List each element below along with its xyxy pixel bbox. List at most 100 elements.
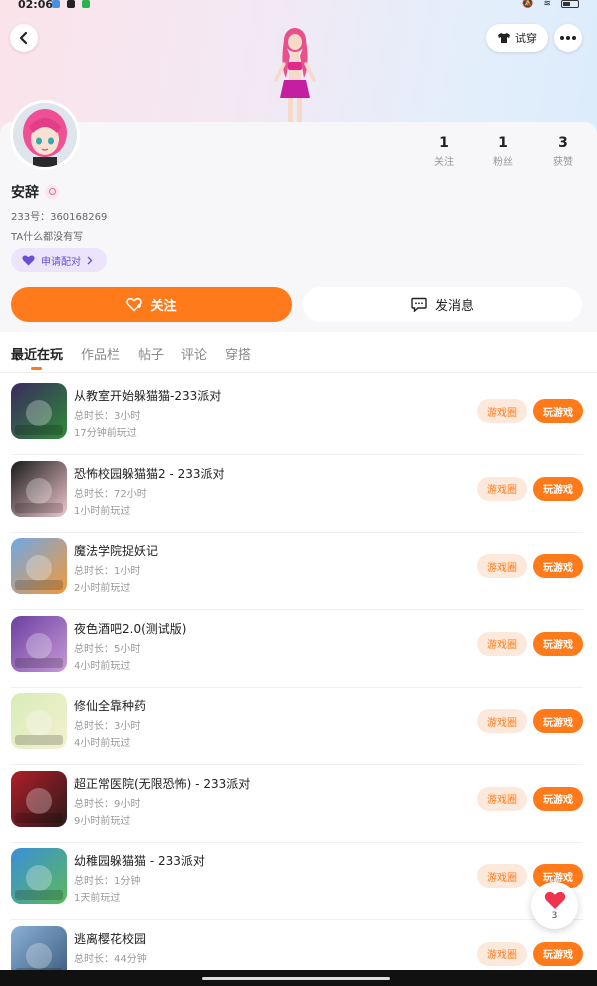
like-floating-button[interactable]: 3 [531, 882, 578, 929]
game-circle-button[interactable]: 游戏圈 [477, 554, 527, 578]
play-game-button[interactable]: 玩游戏 [533, 941, 583, 966]
game-duration: 总时长：3小时 [74, 411, 141, 422]
game-duration: 总时长：44分钟 [74, 953, 147, 965]
cultivation-icon[interactable] [11, 693, 67, 749]
avatar-3d-figure[interactable] [262, 26, 328, 124]
game-circle-button[interactable]: 游戏圈 [477, 786, 527, 811]
game-duration: 总时长：1分钟 [74, 876, 141, 887]
request-pair-label: 申请配对 [41, 256, 81, 268]
user-id: 233号：360168269 [11, 212, 108, 223]
heart-plus-icon [126, 297, 143, 312]
play-game-button[interactable]: 玩游戏 [533, 709, 583, 733]
horror-school-icon[interactable] [11, 460, 67, 517]
play-game-button[interactable]: 玩游戏 [533, 554, 583, 578]
play-game-button[interactable]: 玩游戏 [533, 786, 583, 811]
tab-posts[interactable]: 帖子 [138, 344, 164, 363]
user-bio: TA什么都没有写 [11, 232, 84, 243]
game-last-played: 4小时前玩过 [74, 660, 131, 672]
more-dot-icon [566, 36, 570, 40]
likes-label: 获赞 [553, 157, 573, 168]
play-game-button[interactable]: 玩游戏 [533, 631, 583, 656]
send-message-button[interactable]: 发消息 [303, 287, 582, 322]
game-circle-button[interactable]: 游戏圈 [477, 941, 527, 966]
tiktok-icon [67, 0, 75, 8]
game-last-played: 9小时前玩过 [74, 815, 131, 827]
game-title: 从教室开始躲猫猫-233派对 [74, 389, 222, 403]
following-stat[interactable]: 1 关注 [424, 135, 464, 168]
game-title: 超正常医院(无限恐怖) - 233派对 [74, 776, 251, 791]
tab-outfits[interactable]: 穿搭 [225, 344, 251, 363]
kindergarten-icon[interactable] [11, 848, 67, 904]
following-label: 关注 [434, 157, 454, 168]
try-on-button[interactable]: 试穿 [486, 24, 548, 52]
game-last-played: 2小时前玩过 [74, 583, 131, 594]
active-tab-indicator [31, 367, 42, 370]
more-dot-icon [572, 36, 576, 40]
game-duration: 总时长：5小时 [74, 643, 141, 655]
magic-academy-icon[interactable] [11, 538, 67, 594]
battery-icon [561, 0, 579, 8]
game-last-played: 17分钟前玩过 [74, 428, 137, 439]
game-row[interactable]: 超正常医院(无限恐怖) - 233派对 总时长：9小时 9小时前玩过 游戏圈 玩游戏 [0, 765, 597, 843]
avatar[interactable] [10, 100, 80, 170]
likes-stat[interactable]: 3 获赞 [543, 135, 583, 168]
more-dot-icon [560, 36, 564, 40]
game-duration: 总时长：3小时 [74, 721, 141, 732]
game-duration: 总时长：1小时 [74, 566, 141, 577]
more-options-button[interactable] [554, 24, 582, 52]
tab-works[interactable]: 作品栏 [81, 344, 120, 363]
tab-comments[interactable]: 评论 [181, 344, 207, 363]
search-badge-icon[interactable] [45, 185, 59, 199]
game-circle-button[interactable]: 游戏圈 [477, 709, 527, 733]
follow-button[interactable]: 关注 [11, 287, 292, 322]
home-indicator[interactable] [202, 977, 390, 980]
followers-stat[interactable]: 1 粉丝 [483, 135, 523, 168]
watermelon-game-icon[interactable] [11, 383, 67, 439]
avatar-image [13, 103, 77, 167]
tabs-divider [0, 372, 597, 373]
game-last-played: 1天前玩过 [74, 893, 121, 904]
game-title: 幼稚园躲猫猫 - 233派对 [74, 854, 205, 868]
followers-label: 粉丝 [493, 157, 513, 168]
play-game-button[interactable]: 玩游戏 [533, 476, 583, 501]
likes-count: 3 [558, 135, 568, 151]
chevron-right-icon [87, 256, 93, 264]
game-circle-button[interactable]: 游戏圈 [477, 864, 527, 888]
app-notification-icon [82, 0, 90, 8]
game-title: 恐怖校园躲猫猫2 - 233派对 [74, 466, 225, 481]
game-row[interactable]: 从教室开始躲猫猫-233派对 总时长：3小时 17分钟前玩过 游戏圈 玩游戏 [0, 377, 597, 455]
game-title: 修仙全靠种药 [74, 699, 147, 713]
game-row[interactable]: 幼稚园躲猫猫 - 233派对 总时长：1分钟 1天前玩过 游戏圈 玩游戏 [0, 842, 597, 920]
nickname-text: 安辞 [11, 185, 39, 201]
like-count: 3 [551, 910, 558, 921]
following-count: 1 [439, 135, 449, 151]
game-circle-button[interactable]: 游戏圈 [477, 399, 527, 423]
followers-count: 1 [498, 135, 508, 151]
heart-icon [22, 255, 35, 265]
hospital-icon[interactable] [11, 770, 67, 827]
send-message-label: 发消息 [434, 299, 474, 314]
request-pair-button[interactable]: 申请配对 [11, 248, 107, 272]
game-row[interactable]: 夜色酒吧2.0(测试版) 总时长：5小时 4小时前玩过 游戏圈 玩游戏 [0, 610, 597, 688]
game-title: 逃离樱花校园 [74, 931, 147, 946]
chat-bubble-icon [411, 297, 427, 312]
wifi-icon: ≋ [543, 0, 551, 9]
game-circle-button[interactable]: 游戏圈 [477, 631, 527, 656]
game-title: 魔法学院捉妖记 [74, 544, 159, 558]
night-bar-icon[interactable] [11, 615, 67, 672]
notification-icon [52, 0, 60, 8]
game-circle-button[interactable]: 游戏圈 [477, 476, 527, 501]
heart-icon [544, 891, 565, 909]
game-last-played: 4小时前玩过 [74, 738, 131, 749]
game-row[interactable]: 恐怖校园躲猫猫2 - 233派对 总时长：72小时 1小时前玩过 游戏圈 玩游戏 [0, 455, 597, 533]
back-button[interactable] [10, 24, 38, 52]
game-duration: 总时长：9小时 [74, 798, 141, 810]
status-bar: 02:06 🔕 ≋ [0, 0, 597, 14]
game-row[interactable]: 魔法学院捉妖记 总时长：1小时 2小时前玩过 游戏圈 玩游戏 [0, 532, 597, 610]
follow-label: 关注 [150, 299, 177, 314]
game-last-played: 1小时前玩过 [74, 505, 131, 517]
play-game-button[interactable]: 玩游戏 [533, 399, 583, 423]
mute-icon: 🔕 [522, 0, 534, 9]
tab-recently-played[interactable]: 最近在玩 [11, 344, 63, 363]
game-row[interactable]: 修仙全靠种药 总时长：3小时 4小时前玩过 游戏圈 玩游戏 [0, 687, 597, 765]
